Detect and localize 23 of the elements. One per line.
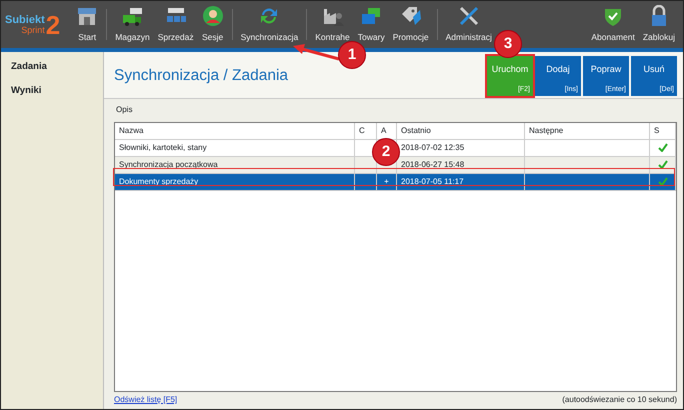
logo-number: 2 [46, 12, 60, 38]
logo-title: Subiekt [5, 14, 45, 26]
toolbar-button[interactable]: Synchronizacja [236, 1, 302, 48]
toolbar-button[interactable]: Sprzedaż [154, 1, 198, 48]
column-header: Następne [524, 123, 650, 140]
column-header: Ostatnio [396, 123, 524, 140]
toolbar-button[interactable]: Promocje [388, 1, 433, 48]
refresh-note: (autoodświezanie co 10 sekund) [562, 394, 677, 406]
sidebar-item[interactable]: Wyniki [11, 84, 93, 98]
toolbar-button[interactable]: Zablokuj [638, 1, 679, 48]
toolbar-button[interactable]: Abonament [587, 1, 639, 48]
column-header: Nazwa [115, 123, 354, 140]
logo-subtitle: Sprint [20, 26, 45, 34]
refresh-link[interactable]: Odśwież listę [F5] [114, 394, 178, 406]
toolbar-button[interactable]: Magazyn [111, 1, 154, 48]
toolbar-button[interactable]: Sesje [198, 1, 228, 48]
toolbar-button[interactable]: Administracj [442, 1, 496, 48]
toolbar-button[interactable]: Start [72, 1, 102, 48]
sidebar-item[interactable]: Zadania [11, 60, 93, 74]
list-caption: Opis [115, 104, 132, 116]
page-title: Synchronizacja / Zadania [114, 66, 288, 86]
column-header: C [354, 123, 376, 140]
column-header: S [650, 123, 676, 140]
